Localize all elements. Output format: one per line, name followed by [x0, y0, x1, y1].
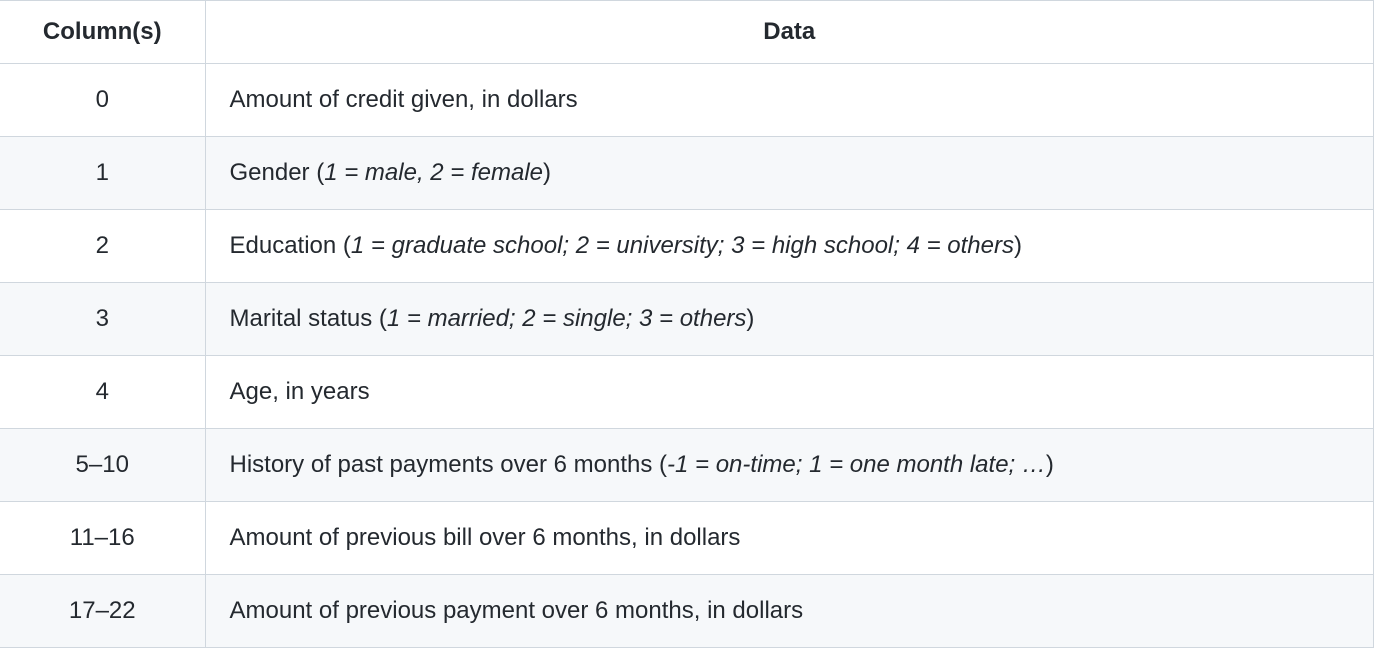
table-row: 0 Amount of credit given, in dollars — [0, 64, 1374, 137]
cell-data: Amount of previous payment over 6 months… — [205, 575, 1374, 648]
cell-column: 2 — [0, 210, 205, 283]
table-row: 3 Marital status (1 = married; 2 = singl… — [0, 283, 1374, 356]
header-data: Data — [205, 1, 1374, 64]
cell-column: 3 — [0, 283, 205, 356]
table-row: 17–22 Amount of previous payment over 6 … — [0, 575, 1374, 648]
table-row: 2 Education (1 = graduate school; 2 = un… — [0, 210, 1374, 283]
cell-column: 0 — [0, 64, 205, 137]
table-row: 1 Gender (1 = male, 2 = female) — [0, 137, 1374, 210]
cell-data: Gender (1 = male, 2 = female) — [205, 137, 1374, 210]
cell-column: 17–22 — [0, 575, 205, 648]
cell-data: Amount of credit given, in dollars — [205, 64, 1374, 137]
cell-data: Marital status (1 = married; 2 = single;… — [205, 283, 1374, 356]
cell-column: 1 — [0, 137, 205, 210]
table-row: 11–16 Amount of previous bill over 6 mon… — [0, 502, 1374, 575]
table-header-row: Column(s) Data — [0, 1, 1374, 64]
cell-column: 11–16 — [0, 502, 205, 575]
cell-data: Education (1 = graduate school; 2 = univ… — [205, 210, 1374, 283]
cell-column: 5–10 — [0, 429, 205, 502]
header-columns: Column(s) — [0, 1, 205, 64]
cell-data: History of past payments over 6 months (… — [205, 429, 1374, 502]
cell-data: Amount of previous bill over 6 months, i… — [205, 502, 1374, 575]
table-row: 5–10 History of past payments over 6 mon… — [0, 429, 1374, 502]
data-dictionary-table: Column(s) Data 0 Amount of credit given,… — [0, 0, 1374, 648]
cell-column: 4 — [0, 356, 205, 429]
cell-data: Age, in years — [205, 356, 1374, 429]
table-row: 4 Age, in years — [0, 356, 1374, 429]
